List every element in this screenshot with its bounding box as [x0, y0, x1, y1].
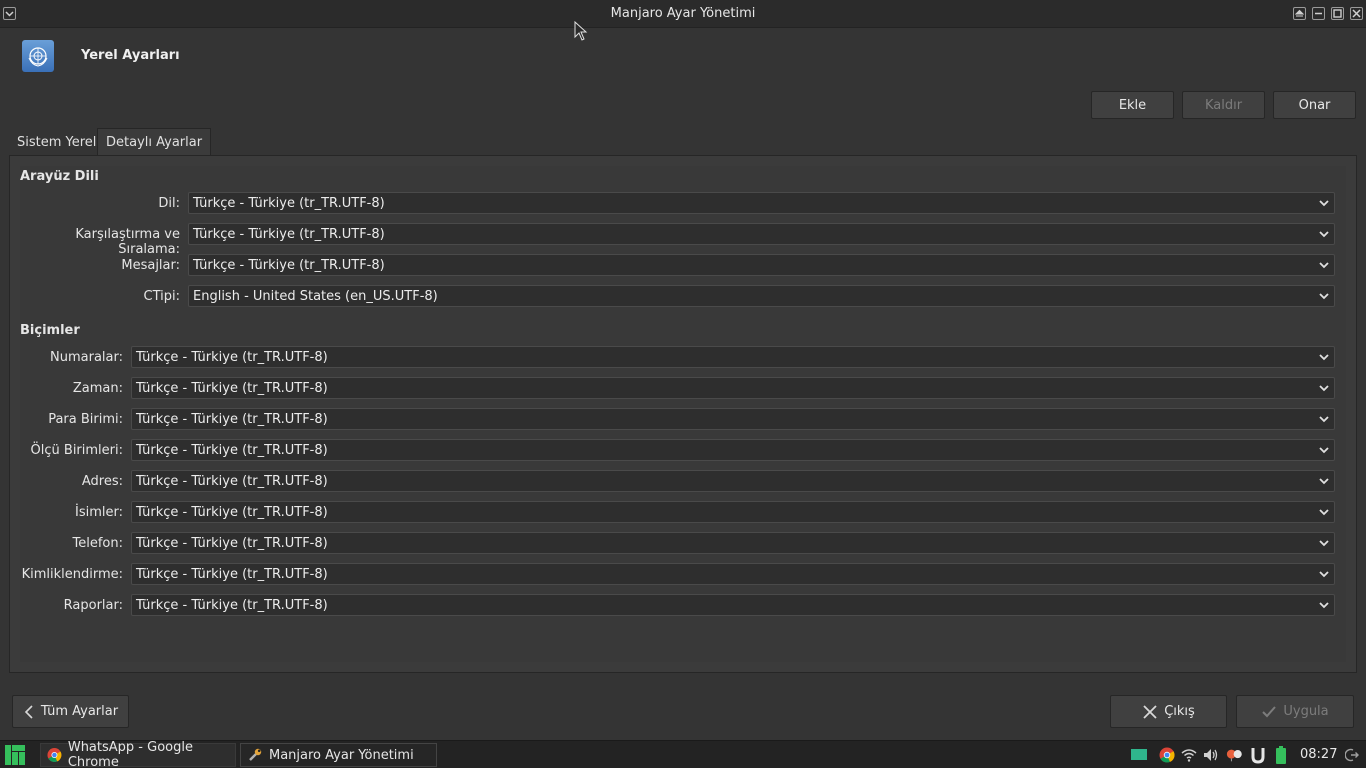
wrench-icon	[249, 748, 262, 761]
remove-button[interactable]: Kaldır	[1182, 91, 1265, 119]
quit-button[interactable]: Çıkış	[1110, 695, 1227, 728]
eject-icon	[1295, 9, 1304, 17]
chevron-down-icon	[1319, 478, 1329, 485]
chevron-down-icon	[1319, 416, 1329, 423]
chevron-left-icon	[24, 704, 33, 719]
page-title: Yerel Ayarları	[81, 48, 180, 63]
tab-system-locale[interactable]: Sistem Yereli	[9, 128, 108, 156]
maximize-icon	[1333, 9, 1342, 18]
chevron-down-icon	[1319, 354, 1329, 361]
add-button[interactable]: Ekle	[1091, 91, 1174, 119]
chevron-down-icon	[1319, 293, 1329, 300]
select-value: Türkçe - Türkiye (tr_TR.UTF-8)	[136, 504, 328, 520]
section-title-formats: Biçimler	[20, 323, 80, 338]
tab-detailed-settings[interactable]: Detaylı Ayarlar	[97, 128, 212, 156]
title-bar: Manjaro Ayar Yönetimi	[0, 0, 1366, 28]
notification-balloon-icon[interactable]	[1226, 746, 1244, 764]
chevron-down-icon	[1319, 262, 1329, 269]
taskbar: WhatsApp - Google Chrome Manjaro Ayar Yö…	[0, 740, 1366, 768]
maximize-button[interactable]	[1331, 7, 1344, 20]
select-value: Türkçe - Türkiye (tr_TR.UTF-8)	[136, 566, 328, 582]
label-measurement: Ölçü Birimleri:	[30, 443, 123, 458]
label-reports: Raporlar:	[63, 598, 123, 613]
select-identification[interactable]: Türkçe - Türkiye (tr_TR.UTF-8)	[131, 563, 1335, 585]
u-app-icon[interactable]	[1249, 746, 1267, 764]
select-value: Türkçe - Türkiye (tr_TR.UTF-8)	[193, 195, 385, 211]
label-currency: Para Birimi:	[48, 412, 123, 427]
all-settings-button[interactable]: Tüm Ayarlar	[12, 695, 129, 728]
select-value: Türkçe - Türkiye (tr_TR.UTF-8)	[136, 473, 328, 489]
task-label: Manjaro Ayar Yönetimi	[269, 747, 414, 763]
label-time: Zaman:	[72, 381, 123, 396]
select-collation[interactable]: Türkçe - Türkiye (tr_TR.UTF-8)	[188, 223, 1335, 245]
chevron-down-icon	[1319, 509, 1329, 516]
manjaro-menu-icon[interactable]	[4, 744, 26, 766]
select-value: Türkçe - Türkiye (tr_TR.UTF-8)	[136, 535, 328, 551]
chrome-tray-icon[interactable]	[1158, 746, 1176, 764]
select-currency[interactable]: Türkçe - Türkiye (tr_TR.UTF-8)	[131, 408, 1335, 430]
select-numbers[interactable]: Türkçe - Türkiye (tr_TR.UTF-8)	[131, 346, 1335, 368]
window-title: Manjaro Ayar Yönetimi	[610, 6, 756, 21]
task-label: WhatsApp - Google Chrome	[67, 740, 193, 768]
locale-app-icon	[22, 40, 54, 72]
chevron-down-icon	[1319, 447, 1329, 454]
label-address: Adres:	[81, 474, 123, 489]
chevron-down-icon	[1319, 602, 1329, 609]
label-telephone: Telefon:	[72, 536, 124, 551]
shade-button[interactable]	[1293, 7, 1306, 20]
battery-icon[interactable]	[1272, 746, 1290, 764]
select-value: Türkçe - Türkiye (tr_TR.UTF-8)	[136, 442, 328, 458]
all-settings-label: Tüm Ayarlar	[40, 704, 119, 719]
chevron-down-icon	[1319, 200, 1329, 207]
repair-button[interactable]: Onar	[1273, 91, 1356, 119]
section-title-interface-language: Arayüz Dili	[20, 169, 99, 184]
apply-button[interactable]: Uygula	[1236, 695, 1354, 728]
select-telephone[interactable]: Türkçe - Türkiye (tr_TR.UTF-8)	[131, 532, 1335, 554]
select-value: English - United States (en_US.UTF-8)	[193, 288, 438, 304]
wifi-icon[interactable]	[1180, 746, 1198, 764]
taskbar-item-manjaro-settings[interactable]: Manjaro Ayar Yönetimi	[240, 743, 437, 767]
select-value: Türkçe - Türkiye (tr_TR.UTF-8)	[193, 257, 385, 273]
chevron-down-icon	[1319, 385, 1329, 392]
close-button[interactable]	[1350, 7, 1363, 20]
logout-icon[interactable]	[1343, 746, 1361, 764]
close-icon	[1352, 9, 1361, 18]
quit-label: Çıkış	[1164, 704, 1195, 719]
select-time[interactable]: Türkçe - Türkiye (tr_TR.UTF-8)	[131, 377, 1335, 399]
select-value: Türkçe - Türkiye (tr_TR.UTF-8)	[193, 226, 385, 242]
un-globe-icon	[28, 47, 48, 67]
checkmark-icon	[1262, 705, 1277, 717]
chevron-down-icon	[1319, 231, 1329, 238]
select-value: Türkçe - Türkiye (tr_TR.UTF-8)	[136, 349, 328, 365]
minimize-icon	[1315, 12, 1322, 15]
select-measurement[interactable]: Türkçe - Türkiye (tr_TR.UTF-8)	[131, 439, 1335, 461]
clock: 08:27	[1300, 747, 1338, 762]
taskbar-item-whatsapp[interactable]: WhatsApp - Google Chrome	[40, 740, 236, 768]
label-numbers: Numaralar:	[50, 350, 123, 365]
select-value: Türkçe - Türkiye (tr_TR.UTF-8)	[136, 597, 328, 613]
select-names[interactable]: Türkçe - Türkiye (tr_TR.UTF-8)	[131, 501, 1335, 523]
label-messages: Mesajlar:	[121, 258, 180, 273]
label-ctype: CTipi:	[143, 289, 180, 304]
select-value: Türkçe - Türkiye (tr_TR.UTF-8)	[136, 380, 328, 396]
close-icon	[1143, 704, 1157, 719]
select-messages[interactable]: Türkçe - Türkiye (tr_TR.UTF-8)	[188, 254, 1335, 276]
select-value: Türkçe - Türkiye (tr_TR.UTF-8)	[136, 411, 328, 427]
minimize-button[interactable]	[1312, 7, 1325, 20]
mouse-cursor	[574, 20, 588, 44]
select-reports[interactable]: Türkçe - Türkiye (tr_TR.UTF-8)	[131, 594, 1335, 616]
volume-icon[interactable]	[1202, 746, 1220, 764]
select-language[interactable]: Türkçe - Türkiye (tr_TR.UTF-8)	[188, 192, 1335, 214]
chevron-down-icon	[1319, 571, 1329, 578]
apply-label: Uygula	[1283, 704, 1329, 719]
select-address[interactable]: Türkçe - Türkiye (tr_TR.UTF-8)	[131, 470, 1335, 492]
chevron-down-icon	[1319, 540, 1329, 547]
label-collation: Karşılaştırma ve Sıralama:	[75, 227, 180, 257]
select-ctype[interactable]: English - United States (en_US.UTF-8)	[188, 285, 1335, 307]
chrome-icon	[47, 748, 62, 762]
label-language: Dil:	[158, 196, 180, 211]
label-names: İsimler:	[75, 505, 123, 520]
label-identification: Kimliklendirme:	[21, 567, 123, 582]
screen-icon[interactable]	[1130, 746, 1148, 764]
